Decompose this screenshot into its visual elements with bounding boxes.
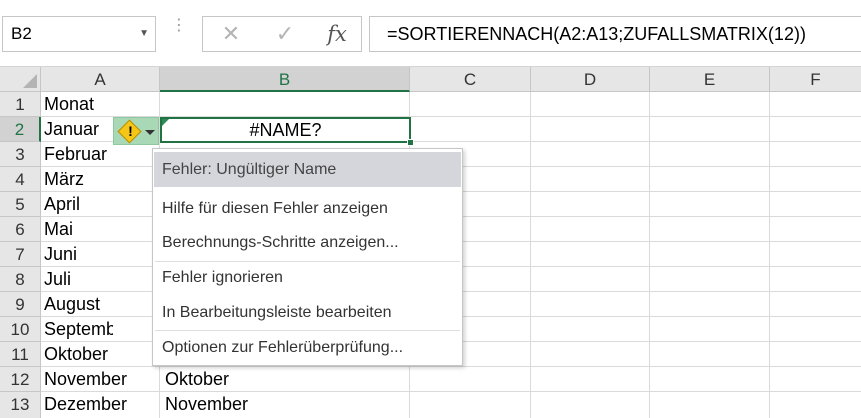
row-header-11[interactable]: 11: [0, 342, 41, 367]
row-header-6[interactable]: 6: [0, 217, 41, 242]
cell-a5[interactable]: April: [41, 192, 113, 217]
cell-b12[interactable]: Oktober: [160, 367, 409, 392]
row-header-4[interactable]: 4: [0, 167, 41, 192]
select-all-button[interactable]: [0, 67, 41, 92]
cell-a1[interactable]: Monat: [41, 92, 159, 117]
menu-header-error: Fehler: Ungültiger Name: [154, 152, 461, 187]
row-header-7[interactable]: 7: [0, 242, 41, 267]
row-header-9[interactable]: 9: [0, 292, 41, 317]
insert-function-icon[interactable]: fx: [313, 17, 361, 51]
column-header-c[interactable]: C: [410, 67, 531, 92]
cell-a7[interactable]: Juni: [41, 242, 113, 267]
error-context-menu: Fehler: Ungültiger Name Hilfe für diesen…: [152, 148, 463, 366]
formula-buttons: ✕ ✓ fx: [202, 16, 362, 52]
cell-b13[interactable]: November: [160, 392, 409, 417]
cell-a11[interactable]: Oktober: [41, 342, 113, 367]
menu-item-calc-steps[interactable]: Berechnungs-Schritte anzeigen...: [154, 225, 461, 260]
column-header-e[interactable]: E: [650, 67, 770, 92]
row-header-10[interactable]: 10: [0, 317, 41, 342]
cell-a9[interactable]: August: [41, 292, 113, 317]
enter-check-icon[interactable]: ✓: [261, 17, 309, 51]
column-header-a[interactable]: A: [41, 67, 160, 92]
row-header-12[interactable]: 12: [0, 367, 41, 392]
formula-input[interactable]: =SORTIERENNACH(A2:A13;ZUFALLSMATRIX(12)): [369, 16, 861, 52]
cell-a13[interactable]: Dezember: [41, 392, 159, 417]
cell-a12[interactable]: November: [41, 367, 159, 392]
fill-handle[interactable]: [407, 139, 414, 146]
cell-a10[interactable]: September: [41, 317, 113, 342]
name-box-dropdown-icon[interactable]: ▼: [139, 17, 149, 51]
row-header-1[interactable]: 1: [0, 92, 41, 117]
chevron-down-icon: [145, 130, 155, 135]
cell-a4[interactable]: März: [41, 167, 113, 192]
menu-item-help[interactable]: Hilfe für diesen Fehler anzeigen: [154, 191, 461, 226]
row-header-8[interactable]: 8: [0, 267, 41, 292]
row-header-3[interactable]: 3: [0, 142, 41, 167]
formula-bar: B2 ▼ ⋮ ✕ ✓ fx =SORTIERENNACH(A2:A13;ZUFA…: [0, 0, 861, 67]
menu-item-ignore-error[interactable]: Fehler ignorieren: [154, 260, 461, 295]
cell-a6[interactable]: Mai: [41, 217, 113, 242]
active-cell-value: #NAME?: [249, 120, 322, 140]
row-header-5[interactable]: 5: [0, 192, 41, 217]
row-header-2[interactable]: 2: [0, 117, 41, 142]
name-box[interactable]: B2 ▼: [2, 16, 156, 52]
warning-exclamation-icon: !: [128, 123, 133, 139]
error-smart-tag-button[interactable]: !: [113, 117, 159, 145]
row-header-13[interactable]: 13: [0, 392, 41, 418]
active-cell-b2[interactable]: #NAME?: [160, 117, 414, 146]
error-indicator-icon: [162, 119, 169, 126]
cell-a2[interactable]: Januar: [41, 117, 113, 142]
cell-a8[interactable]: Juli: [41, 267, 113, 292]
cell-a3[interactable]: Februar: [41, 142, 113, 167]
menu-item-error-options[interactable]: Optionen zur Fehlerüberprüfung...: [154, 330, 461, 365]
cancel-icon[interactable]: ✕: [207, 17, 255, 51]
gridline: [649, 92, 650, 418]
column-header-d[interactable]: D: [531, 67, 650, 92]
column-header-b[interactable]: B: [160, 67, 410, 92]
column-headers: A B C D E F: [41, 67, 861, 92]
menu-item-edit-formula-bar[interactable]: In Bearbeitungsleiste bearbeiten: [154, 295, 461, 330]
select-all-icon: [23, 74, 37, 88]
column-header-f[interactable]: F: [770, 67, 861, 92]
gridline: [769, 92, 770, 418]
name-box-value: B2: [11, 24, 32, 43]
formula-bar-grip-icon[interactable]: ⋮: [171, 18, 187, 48]
gridline: [530, 92, 531, 418]
